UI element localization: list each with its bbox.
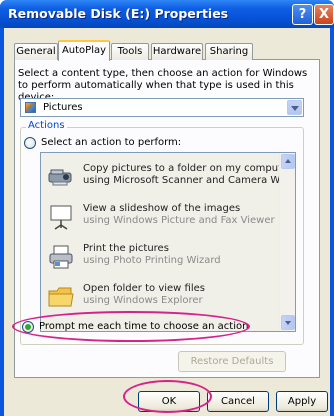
action-subtitle: using Microsoft Scanner and Camera Wizar… xyxy=(83,175,296,186)
ok-button[interactable]: OK xyxy=(138,391,200,412)
action-title: Open folder to view files xyxy=(83,283,205,294)
actions-list[interactable]: Copy pictures to a folder on my computer… xyxy=(40,152,296,332)
scroll-down-icon[interactable] xyxy=(281,315,295,330)
action-title: Print the pictures xyxy=(83,243,169,254)
action-title: View a slideshow of the images xyxy=(83,203,241,214)
printer-icon xyxy=(49,245,73,269)
list-item[interactable]: Copy pictures to a folder on my computer… xyxy=(45,161,295,197)
tab-hardware[interactable]: Hardware xyxy=(151,43,203,60)
dialog-client-area: General AutoPlay Tools Hardware Sharing … xyxy=(4,28,330,416)
folder-icon xyxy=(48,287,74,307)
list-item[interactable]: Open folder to view files using Windows … xyxy=(45,281,277,317)
apply-button[interactable]: Apply xyxy=(276,391,328,412)
pictures-icon xyxy=(25,102,36,113)
prompt-radio[interactable] xyxy=(22,321,34,333)
content-type-value: Pictures xyxy=(43,102,83,113)
tab-sharing[interactable]: Sharing xyxy=(205,43,253,60)
cancel-button[interactable]: Cancel xyxy=(207,391,269,412)
list-item[interactable]: Print the pictures using Photo Printing … xyxy=(45,241,277,277)
scanner-camera-icon xyxy=(48,169,72,186)
action-subtitle: using Windows Explorer xyxy=(83,295,203,306)
select-action-radio[interactable] xyxy=(24,137,36,149)
actions-scrollbar[interactable] xyxy=(279,153,295,331)
projector-screen-icon xyxy=(50,205,72,230)
close-button[interactable]: X xyxy=(314,4,334,25)
action-subtitle: using Photo Printing Wizard xyxy=(83,255,221,266)
content-type-select[interactable]: Pictures xyxy=(20,98,304,117)
actions-group-label: Actions xyxy=(26,120,67,131)
window-title: Removable Disk (E:) Properties xyxy=(8,6,229,21)
help-button[interactable]: ? xyxy=(292,4,313,25)
action-subtitle: using Windows Picture and Fax Viewer xyxy=(83,215,275,226)
tab-autoplay[interactable]: AutoPlay xyxy=(58,40,110,61)
tab-tools[interactable]: Tools xyxy=(111,43,149,60)
properties-window: Removable Disk (E:) Properties ? X Gener… xyxy=(0,0,334,416)
title-bar[interactable]: Removable Disk (E:) Properties ? X xyxy=(0,0,334,28)
restore-defaults-button[interactable]: Restore Defaults xyxy=(178,351,286,372)
tab-general[interactable]: General xyxy=(14,43,58,60)
select-action-label[interactable]: Select an action to perform: xyxy=(41,137,181,148)
prompt-label[interactable]: Prompt me each time to choose an action xyxy=(39,321,248,332)
list-item[interactable]: View a slideshow of the images using Win… xyxy=(45,201,277,237)
chevron-down-icon[interactable] xyxy=(287,100,302,115)
scroll-up-icon[interactable] xyxy=(281,154,295,169)
action-title: Copy pictures to a folder on my computer xyxy=(83,163,293,174)
